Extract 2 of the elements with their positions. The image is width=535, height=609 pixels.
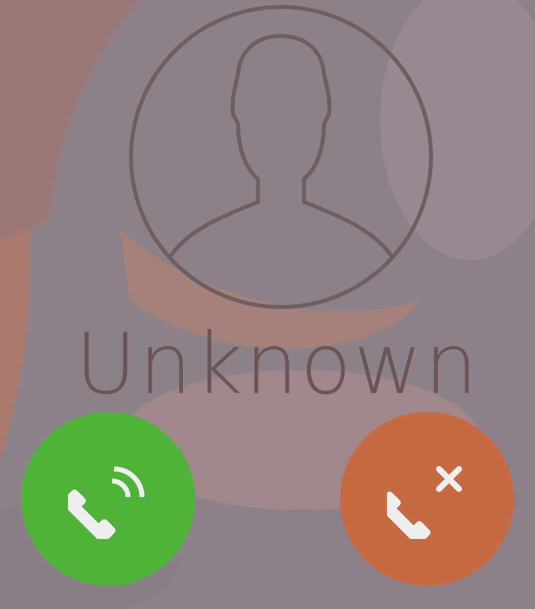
caller-name: Unknown [75, 314, 480, 414]
person-silhouette-icon [128, 4, 434, 310]
